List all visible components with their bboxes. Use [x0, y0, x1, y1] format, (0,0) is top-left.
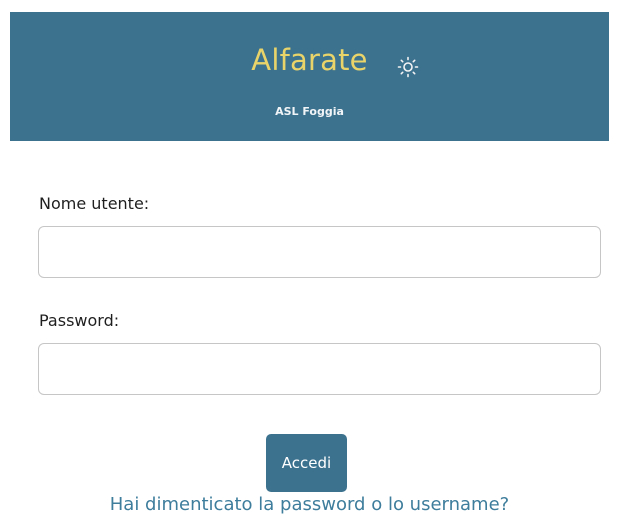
username-label: Nome utente:	[39, 194, 150, 213]
app-title: Alfarate	[251, 43, 368, 77]
organization-subtitle: ASL Foggia	[275, 105, 344, 118]
header-banner: Alfarate ASL Foggia	[10, 12, 609, 141]
sun-icon[interactable]	[397, 56, 419, 78]
forgot-credentials-link[interactable]: Hai dimenticato la password o lo usernam…	[0, 496, 619, 514]
username-input[interactable]	[38, 226, 601, 278]
password-label: Password:	[39, 311, 120, 330]
login-button[interactable]: Accedi	[266, 434, 347, 492]
password-input[interactable]	[38, 343, 601, 395]
